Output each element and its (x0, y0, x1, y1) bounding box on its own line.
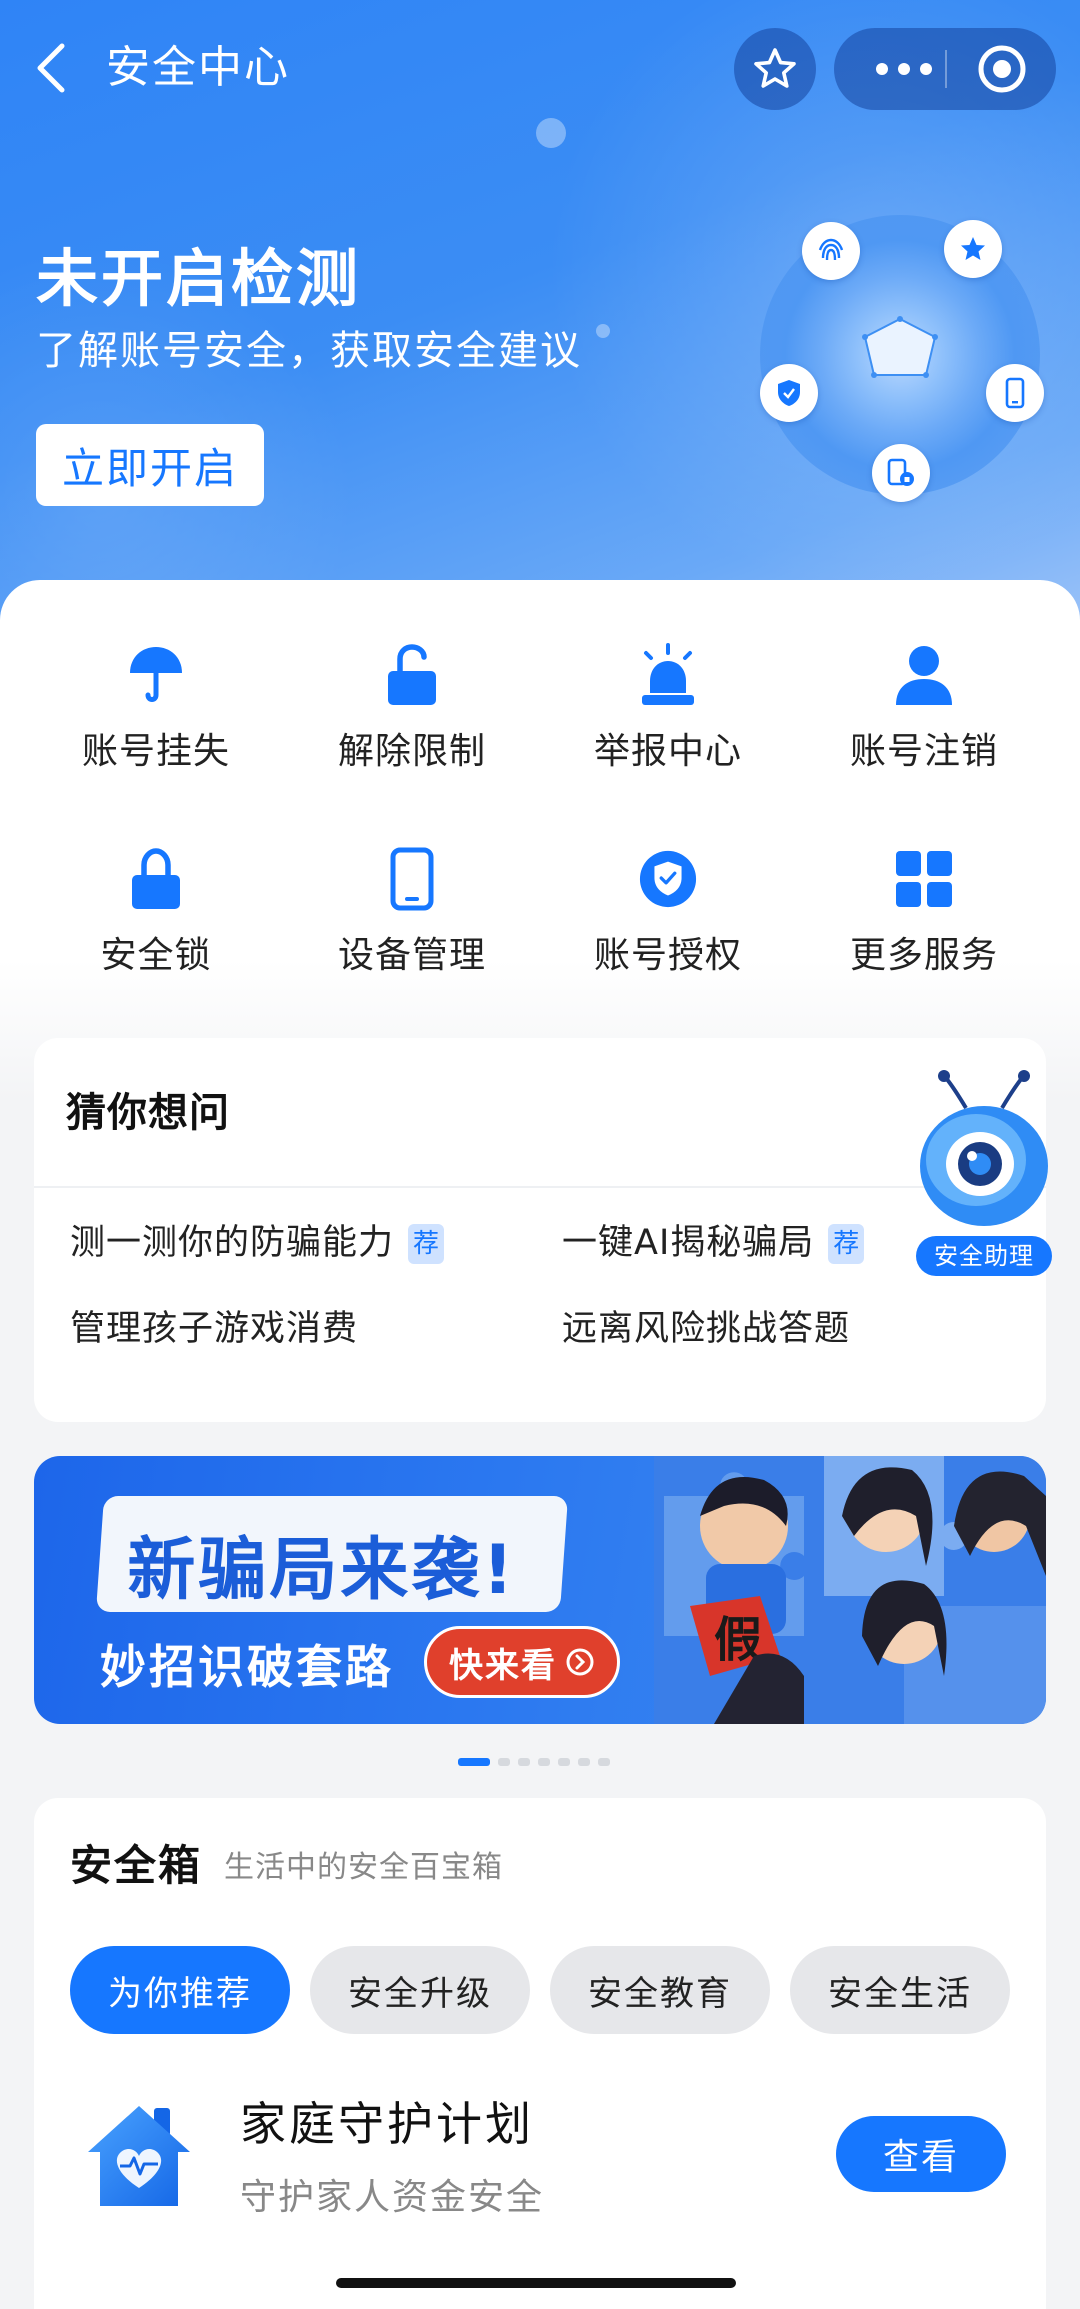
pager-dot[interactable] (558, 1758, 570, 1766)
service-label: 解除限制 (337, 731, 486, 772)
service-lift-restriction[interactable]: 解除限制 (312, 642, 512, 802)
service-account-authorization[interactable]: 账号授权 (568, 846, 768, 1006)
service-account-loss[interactable]: 账号挂失 (56, 642, 256, 802)
phone-orb-icon (986, 364, 1044, 422)
close-miniapp-button[interactable] (962, 28, 1042, 110)
service-more[interactable]: 更多服务 (824, 846, 1024, 1006)
service-device-management[interactable]: 设备管理 (312, 846, 512, 1006)
safety-assistant-button[interactable]: 安全助理 (914, 1068, 1054, 1288)
faq-title: 猜你想问 (66, 1090, 230, 1136)
banner-cta-label: 快来看 (449, 1645, 557, 1686)
service-account-cancel[interactable]: 账号注销 (824, 642, 1024, 802)
pager-dot[interactable] (498, 1758, 510, 1766)
safebox-title: 安全箱 (70, 1841, 203, 1890)
banner-cta-button[interactable]: 快来看 (424, 1626, 620, 1698)
safebox-subtitle: 生活中的安全百宝箱 (224, 1850, 503, 1885)
tab-security-education[interactable]: 安全教育 (550, 1946, 770, 2034)
service-label: 账号挂失 (81, 731, 230, 772)
arrow-circle-icon (566, 1648, 594, 1676)
safebox-card: 安全箱 生活中的安全百宝箱 为你推荐 安全升级 安全教育 安全生活 家庭守护计划… (34, 1798, 1046, 2309)
family-house-icon (88, 2106, 190, 2206)
hero-subtitle: 了解账号安全，获取安全建议 (36, 328, 582, 374)
faq-item-text: 管理孩子游戏消费 (70, 1309, 359, 1349)
pager-dot[interactable] (518, 1758, 530, 1766)
capsule-divider (945, 50, 947, 88)
phone-icon (382, 846, 442, 912)
pager-dot[interactable] (538, 1758, 550, 1766)
faq-item-text: 远离风险挑战答题 (562, 1309, 851, 1349)
decor-dot (596, 324, 610, 338)
recommend-badge: 荐 (408, 1224, 445, 1264)
item-title: 家庭守护计划 (240, 2097, 534, 2151)
banner-pagination (458, 1758, 610, 1766)
more-dots-icon (876, 63, 932, 75)
fingerprint-icon (802, 222, 860, 280)
faq-item[interactable]: 一键AI揭秘骗局荐 (562, 1214, 865, 1265)
device-lock-icon (872, 444, 930, 502)
faq-item-text: 测一测你的防骗能力 (70, 1223, 395, 1263)
faq-item[interactable]: 测一测你的防骗能力荐 (70, 1214, 445, 1265)
user-icon (894, 642, 954, 708)
shield-check-icon (638, 846, 698, 912)
pager-dot[interactable] (598, 1758, 610, 1766)
banner-headline: 新骗局来袭! (127, 1531, 517, 1610)
recommend-badge: 荐 (828, 1224, 865, 1264)
chevron-left-icon (37, 43, 65, 93)
service-security-lock[interactable]: 安全锁 (56, 846, 256, 1006)
pager-dot[interactable] (578, 1758, 590, 1766)
home-indicator[interactable] (336, 2278, 736, 2288)
service-report-center[interactable]: 举报中心 (568, 642, 768, 802)
tab-recommended[interactable]: 为你推荐 (70, 1946, 290, 2034)
tab-security-upgrade[interactable]: 安全升级 (310, 1946, 530, 2034)
more-button[interactable] (864, 28, 944, 110)
star-icon (754, 48, 796, 88)
faq-card: 猜你想问 测一测你的防骗能力荐 一键AI揭秘骗局荐 管理孩子游戏消费 远离风险挑… (34, 1038, 1046, 1422)
faq-item[interactable]: 管理孩子游戏消费 (70, 1300, 358, 1351)
hero-title: 未开启检测 (36, 242, 362, 315)
service-label: 设备管理 (337, 935, 486, 976)
faq-item[interactable]: 远离风险挑战答题 (562, 1300, 850, 1351)
item-subtitle: 守护家人资金安全 (240, 2177, 545, 2218)
service-label: 安全锁 (100, 935, 212, 976)
promo-banner[interactable]: 新骗局来袭! 妙招识破套路 快来看 假 (34, 1456, 1046, 1724)
service-label: 更多服务 (849, 935, 998, 976)
enable-detection-button[interactable]: 立即开启 (36, 424, 264, 506)
pager-dot-active[interactable] (458, 1758, 490, 1766)
service-label: 举报中心 (593, 731, 742, 772)
banner-illustration: 假 (654, 1456, 1046, 1724)
banner-headline-box: 新骗局来袭! (95, 1496, 569, 1612)
hero-section: 安全中心 未开启检测 了解账号安全，获取安全建议 立即开启 (0, 0, 1080, 640)
banner-subline: 妙招识破套路 (100, 1640, 394, 1694)
assistant-label: 安全助理 (934, 1242, 1034, 1270)
tab-safe-living[interactable]: 安全生活 (790, 1946, 1010, 2034)
alarm-icon (638, 642, 698, 708)
umbrella-icon (126, 642, 186, 708)
shield-icon (760, 364, 818, 422)
divider (34, 1186, 1046, 1188)
favorite-button[interactable] (734, 28, 816, 110)
decor-dot (536, 118, 566, 148)
back-button[interactable] (30, 36, 74, 96)
view-button[interactable]: 查看 (836, 2116, 1006, 2192)
service-label: 账号注销 (849, 731, 998, 772)
target-close-icon (978, 45, 1026, 93)
grid-icon (894, 846, 954, 912)
unlock-icon (382, 642, 442, 708)
lock-icon (126, 846, 186, 912)
miniapp-capsule (834, 28, 1056, 110)
star-badge-icon (944, 220, 1002, 278)
page-title: 安全中心 (106, 42, 290, 93)
service-label: 账号授权 (593, 935, 742, 976)
faq-item-text: 一键AI揭秘骗局 (562, 1223, 815, 1263)
